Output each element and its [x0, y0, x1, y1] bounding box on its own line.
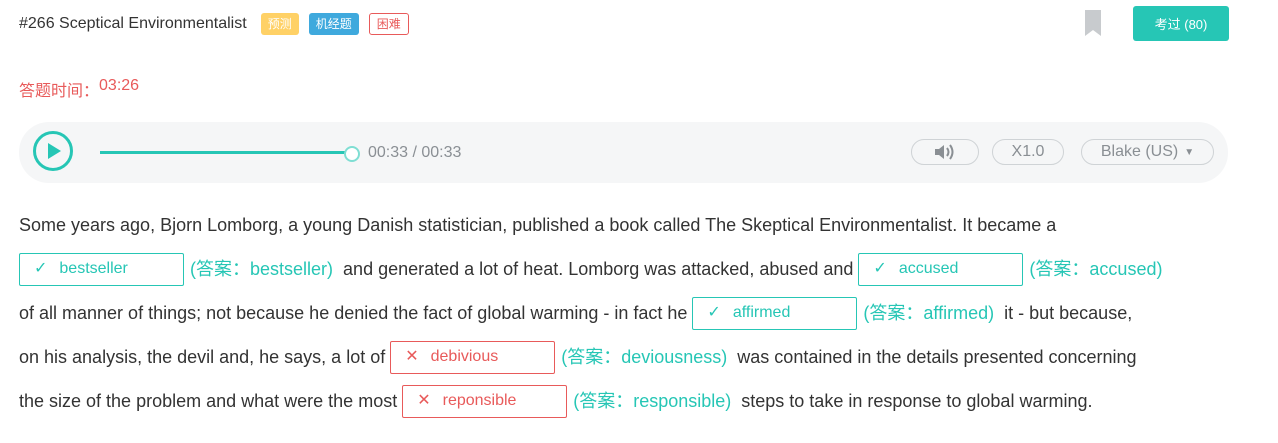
passage-line: the size of the problem and what were th…: [19, 379, 1234, 423]
voice-select[interactable]: Blake (US) ▼: [1081, 139, 1214, 165]
passed-count-button[interactable]: 考过 (80): [1133, 6, 1229, 41]
timer-label: 答题时间：: [19, 83, 100, 100]
passage-text: of all manner of things; not because he …: [19, 303, 693, 323]
passage-text: on his analysis, the devil and, he says,…: [19, 347, 391, 367]
passage-text: Some years ago, Bjorn Lomborg, a young D…: [19, 215, 1057, 235]
cross-icon: ✕: [417, 392, 431, 409]
passage-text: steps to take in response to global warm…: [736, 391, 1093, 411]
passage-text: it - but because,: [999, 303, 1133, 323]
blank-input[interactable]: ✓ bestseller: [19, 252, 184, 286]
blank-value: reponsible: [442, 392, 517, 409]
volume-icon: [935, 144, 954, 160]
blank-value: accused: [898, 260, 959, 277]
tag-jijing: 机经题: [308, 13, 359, 35]
speed-button[interactable]: X1.0: [992, 139, 1064, 165]
tag-predict: 预测: [260, 13, 299, 35]
check-icon: ✓: [873, 260, 887, 277]
passage-text: and generated a lot of heat. Lomborg was…: [338, 259, 859, 279]
question-header: #266 Sceptical Environmentalist 预测 机经题 困…: [19, 8, 1230, 40]
blank-value: affirmed: [732, 304, 791, 321]
answer-hint: (答案：responsible): [573, 391, 732, 411]
answer-hint: (答案：deviousness): [561, 347, 728, 367]
blank-input[interactable]: ✓ accused: [858, 252, 1024, 286]
blank-input[interactable]: ✓ affirmed: [692, 296, 858, 330]
volume-button[interactable]: [911, 139, 979, 165]
play-icon: [48, 143, 61, 159]
time-readout: 00:33 / 00:33: [368, 144, 462, 161]
passage-line: of all manner of things; not because he …: [19, 291, 1234, 335]
question-title: #266 Sceptical Environmentalist: [19, 15, 247, 32]
blank-value: debivious: [430, 348, 499, 365]
passage-line: Some years ago, Bjorn Lomborg, a young D…: [19, 203, 1234, 247]
answer-hint: (答案：bestseller): [190, 259, 334, 279]
bookmark-icon[interactable]: [1085, 10, 1101, 36]
caret-down-icon: ▼: [1184, 146, 1195, 158]
play-button[interactable]: [33, 131, 73, 171]
progress-fill: [100, 151, 352, 154]
passage-text: the size of the problem and what were th…: [19, 391, 403, 411]
passage-text: was contained in the details presented c…: [732, 347, 1137, 367]
blank-value: bestseller: [59, 260, 128, 277]
answer-hint: (答案：accused): [1029, 259, 1163, 279]
check-icon: ✓: [707, 304, 721, 321]
voice-label: Blake (US): [1100, 143, 1179, 160]
blank-input[interactable]: ✕ debivious: [390, 340, 556, 374]
blank-input[interactable]: ✕ reponsible: [402, 384, 568, 418]
timer-value: 03:26: [99, 77, 140, 94]
passage: Some years ago, Bjorn Lomborg, a young D…: [19, 203, 1234, 423]
progress-handle[interactable]: [344, 146, 360, 162]
passage-line: ✓ bestseller (答案：bestseller) and generat…: [19, 247, 1234, 291]
answer-hint: (答案：affirmed): [863, 303, 995, 323]
passage-line: on his analysis, the devil and, he says,…: [19, 335, 1234, 379]
page: #266 Sceptical Environmentalist 预测 机经题 困…: [0, 0, 1278, 443]
audio-player: 00:33 / 00:33 X1.0 Blake (US) ▼: [19, 122, 1228, 183]
tag-difficulty: 困难: [368, 13, 409, 35]
cross-icon: ✕: [405, 348, 419, 365]
answer-timer: 答题时间： 03:26: [19, 77, 139, 101]
progress-bar[interactable]: [100, 151, 352, 154]
check-icon: ✓: [34, 260, 48, 277]
